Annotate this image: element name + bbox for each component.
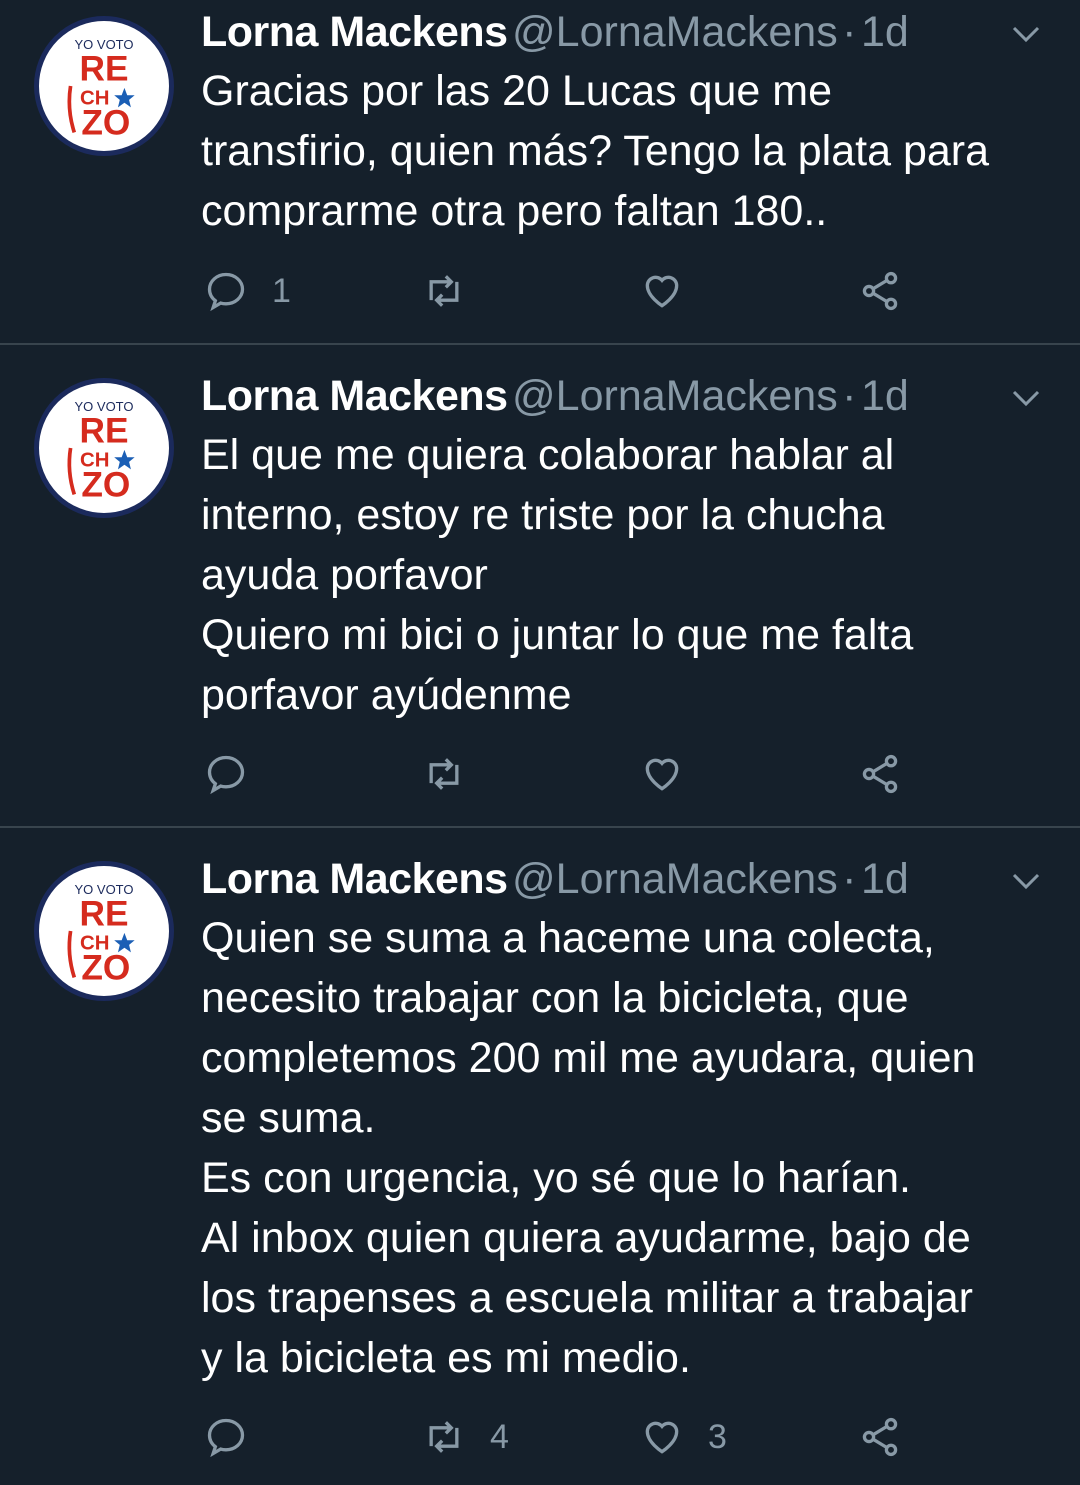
- retweet-button[interactable]: 4: [422, 1407, 509, 1467]
- tweet[interactable]: YO VOTO RE CH ZO Lorna Mackens @LornaMac…: [0, 828, 1080, 1485]
- tweet-feed: YO VOTO RE CH ZO Lorna Mackens @LornaMac…: [0, 0, 1080, 1485]
- tweet-timestamp[interactable]: 1d: [861, 855, 909, 903]
- meta-separator: ·: [842, 855, 857, 903]
- share-icon: [858, 752, 902, 796]
- display-name[interactable]: Lorna Mackens: [201, 372, 508, 420]
- tweet-text: Quien se suma a haceme una colecta, nece…: [201, 914, 976, 1382]
- retweet-count: 4: [490, 1417, 509, 1456]
- meta-separator: ·: [842, 372, 857, 420]
- user-handle[interactable]: @LornaMackens: [512, 855, 838, 903]
- chevron-down-icon[interactable]: [1008, 16, 1044, 52]
- share-icon: [858, 269, 902, 313]
- chevron-down-icon[interactable]: [1008, 380, 1044, 416]
- tweet-header: Lorna Mackens @LornaMackens · 1d: [201, 372, 1080, 428]
- user-handle[interactable]: @LornaMackens: [512, 8, 838, 56]
- avatar[interactable]: YO VOTO RE CH ZO: [34, 378, 174, 518]
- like-icon: [640, 1415, 684, 1459]
- share-button[interactable]: [858, 261, 902, 321]
- reply-icon: [204, 269, 248, 313]
- svg-text:ZO: ZO: [81, 103, 130, 142]
- tweet[interactable]: YO VOTO RE CH ZO Lorna Mackens @LornaMac…: [0, 0, 1080, 343]
- svg-text:ZO: ZO: [81, 948, 130, 987]
- like-button[interactable]: [640, 261, 708, 321]
- like-icon: [640, 269, 684, 313]
- tweet-header: Lorna Mackens @LornaMackens · 1d: [201, 855, 1080, 911]
- tweet-text: El que me quiera colaborar hablar al int…: [201, 431, 914, 719]
- avatar[interactable]: YO VOTO RE CH ZO: [34, 861, 174, 1001]
- tweet-timestamp[interactable]: 1d: [861, 8, 909, 56]
- reply-button[interactable]: [204, 1407, 272, 1467]
- share-button[interactable]: [858, 744, 902, 804]
- retweet-button[interactable]: [422, 261, 490, 321]
- like-count: 3: [708, 1417, 727, 1456]
- tweet-header: Lorna Mackens @LornaMackens · 1d: [201, 8, 1080, 64]
- svg-text:ZO: ZO: [81, 465, 130, 504]
- svg-text:RE: RE: [80, 49, 129, 88]
- avatar[interactable]: YO VOTO RE CH ZO: [34, 16, 174, 156]
- tweet-actions: 1: [0, 261, 1080, 321]
- retweet-button[interactable]: [422, 744, 490, 804]
- share-button[interactable]: [858, 1407, 902, 1467]
- svg-text:RE: RE: [80, 894, 129, 933]
- reply-button[interactable]: [204, 744, 272, 804]
- share-icon: [858, 1415, 902, 1459]
- like-button[interactable]: [640, 744, 708, 804]
- tweet-timestamp[interactable]: 1d: [861, 372, 909, 420]
- chevron-down-icon[interactable]: [1008, 863, 1044, 899]
- display-name[interactable]: Lorna Mackens: [201, 855, 508, 903]
- meta-separator: ·: [842, 8, 857, 56]
- tweet-text: Gracias por las 20 Lucas que me transfir…: [201, 67, 990, 235]
- display-name[interactable]: Lorna Mackens: [201, 8, 508, 56]
- tweet[interactable]: YO VOTO RE CH ZO Lorna Mackens @LornaMac…: [0, 345, 1080, 826]
- retweet-icon: [422, 752, 466, 796]
- reply-count: 1: [272, 271, 291, 310]
- retweet-icon: [422, 1415, 466, 1459]
- like-icon: [640, 752, 684, 796]
- retweet-icon: [422, 269, 466, 313]
- svg-text:RE: RE: [80, 411, 129, 450]
- tweet-actions: 4 3: [0, 1407, 1080, 1467]
- tweet-actions: [0, 744, 1080, 804]
- user-handle[interactable]: @LornaMackens: [512, 372, 838, 420]
- reply-icon: [204, 752, 248, 796]
- reply-icon: [204, 1415, 248, 1459]
- reply-button[interactable]: 1: [204, 261, 291, 321]
- like-button[interactable]: 3: [640, 1407, 727, 1467]
